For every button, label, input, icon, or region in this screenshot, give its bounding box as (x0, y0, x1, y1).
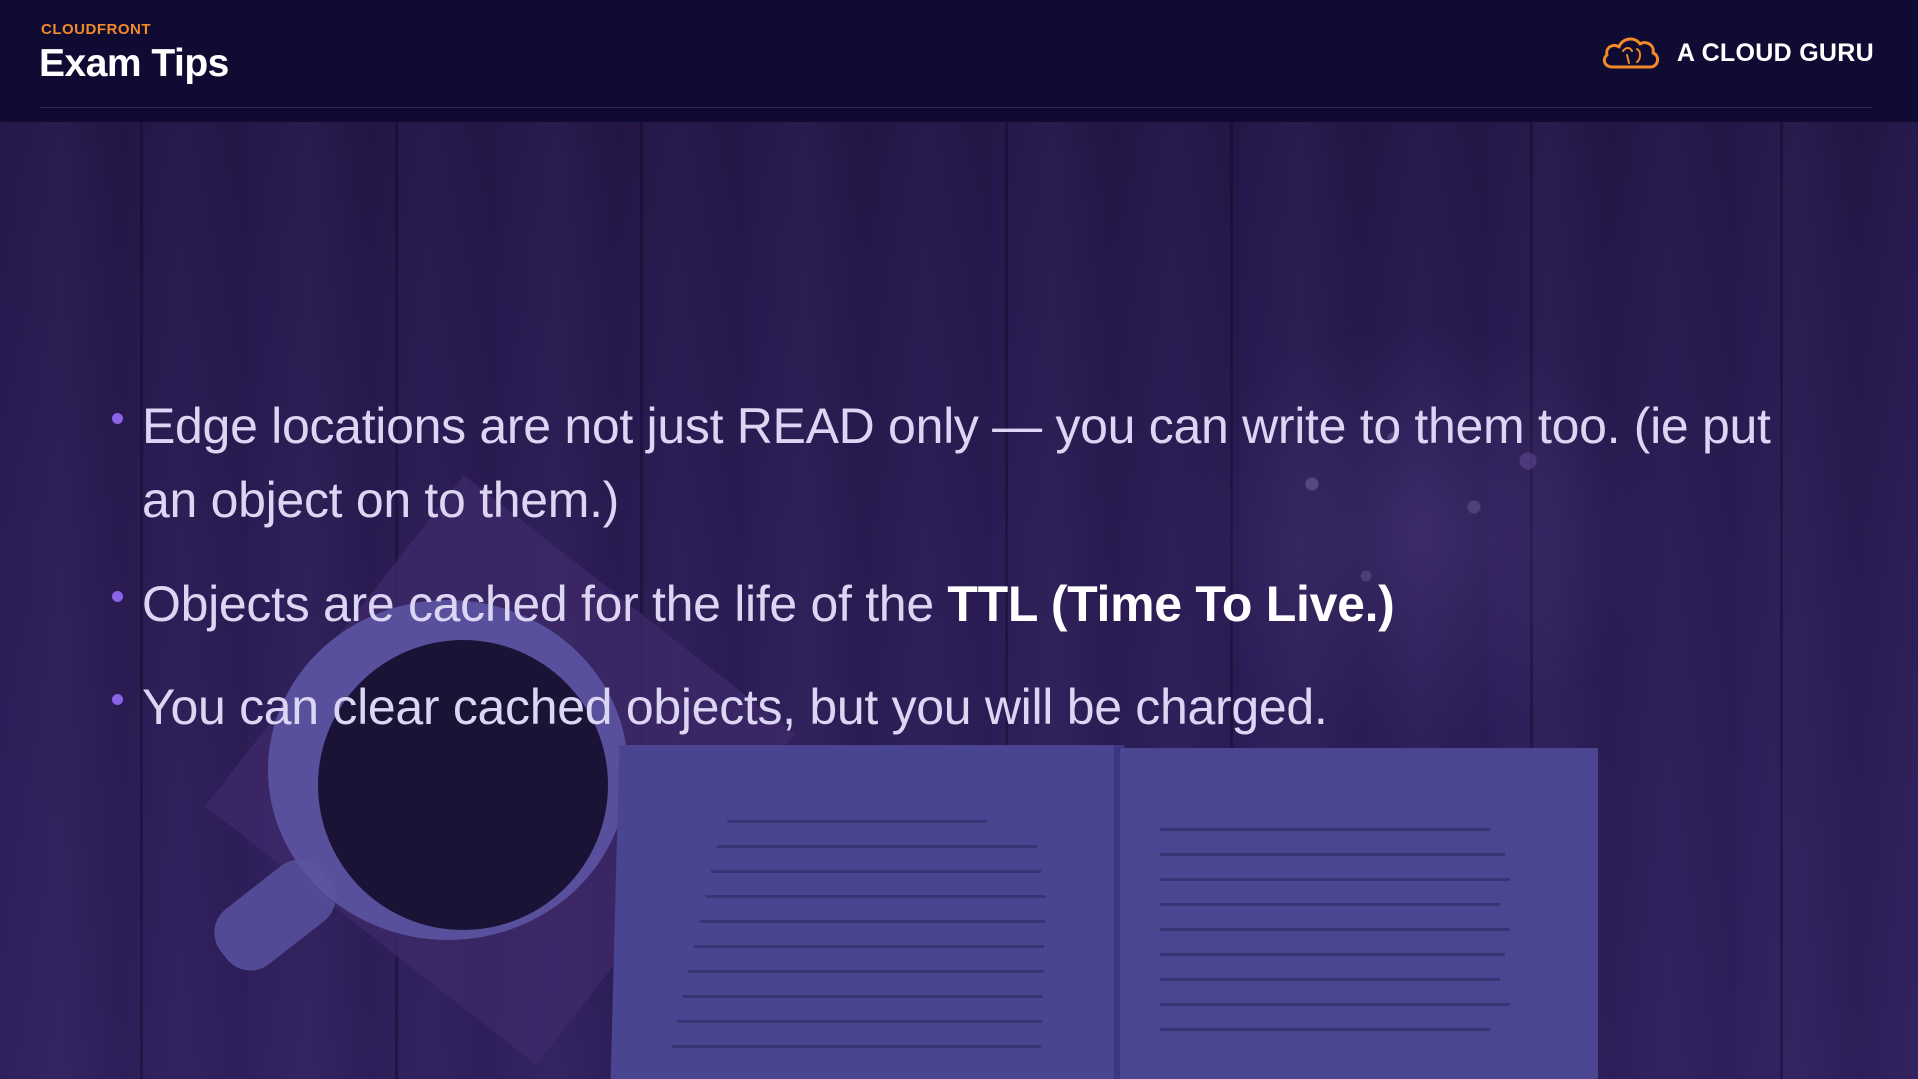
bullet-text-prefix: Objects are cached for the life of the (142, 576, 948, 632)
slide-title: Exam Tips (39, 42, 229, 85)
bullet-text: You can clear cached objects, but you wi… (142, 679, 1328, 735)
slide: CLOUDFRONT Exam Tips A CLOUD GURU Edge l… (0, 0, 1918, 1079)
slide-header: CLOUDFRONT Exam Tips A CLOUD GURU (0, 0, 1918, 122)
section-label: CLOUDFRONT (41, 21, 151, 38)
bullet-text: Objects are cached for the life of the T… (142, 567, 1395, 641)
header-divider (40, 107, 1872, 108)
bullet-dot-icon (112, 591, 123, 602)
bullet-dot-icon (112, 694, 123, 705)
bullet-item: Edge locations are not just READ only — … (112, 389, 1812, 537)
bullet-dot-icon (112, 413, 123, 424)
bullet-item: You can clear cached objects, but you wi… (112, 670, 1812, 744)
brand-name: A CLOUD GURU (1676, 38, 1874, 67)
bullet-emphasis: TTL (Time To Live.) (947, 576, 1395, 632)
brand-logo: A CLOUD GURU (1599, 32, 1874, 74)
bullet-text: Edge locations are not just READ only — … (142, 398, 1771, 528)
slide-content: Edge locations are not just READ only — … (0, 0, 1918, 1079)
bullet-item: Objects are cached for the life of the T… (112, 567, 1812, 641)
cloud-logo-icon (1602, 37, 1659, 69)
